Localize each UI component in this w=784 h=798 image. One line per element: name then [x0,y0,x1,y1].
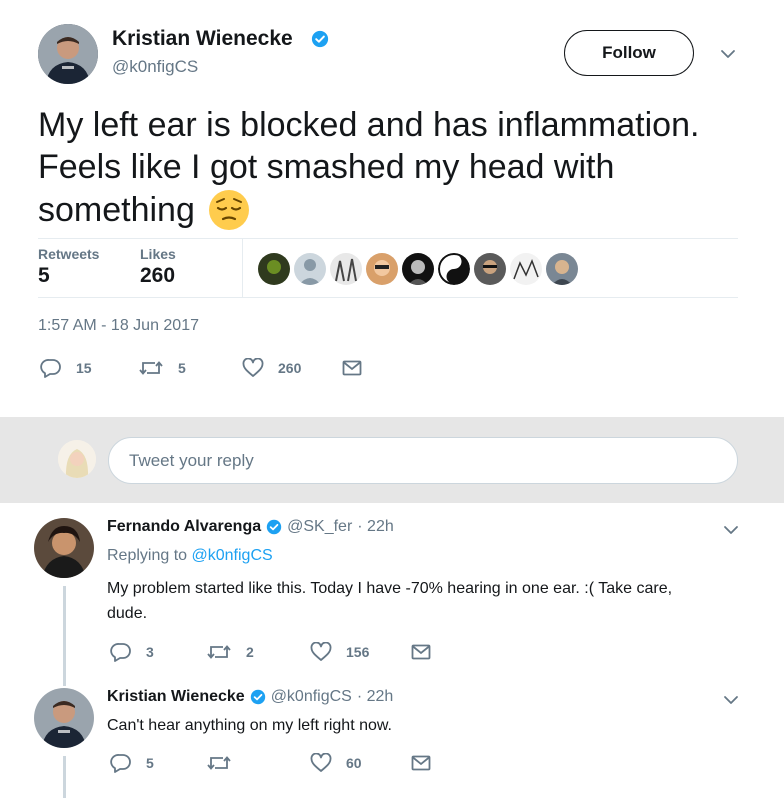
verified-badge-icon [250,689,266,705]
current-user-avatar[interactable] [58,440,96,478]
reply-input-placeholder: Tweet your reply [129,450,254,470]
retweet-icon [206,642,232,662]
liker-avatar[interactable] [330,253,362,285]
likes-label[interactable]: Likes [140,246,176,262]
reply-text: Can't hear anything on my left right now… [107,717,392,734]
thread-line [63,756,66,798]
reply-icon [110,642,132,662]
like-count: 156 [346,644,370,660]
tweet-text: My left ear is blocked and has inflammat… [38,104,699,232]
follow-button[interactable]: Follow [564,30,694,76]
liker-avatar[interactable] [510,253,542,285]
direct-message-action[interactable] [411,643,431,661]
liker-avatar[interactable] [474,253,506,285]
retweets-label[interactable]: Retweets [38,246,99,262]
reply-icon [40,358,62,378]
direct-message-action[interactable] [342,359,362,377]
reply-icon [110,753,132,773]
like-action[interactable]: 156 [310,642,369,662]
retweet-action[interactable] [206,753,246,773]
author-avatar[interactable] [38,24,98,84]
reply-time[interactable]: · 22h [357,688,393,706]
verified-badge-icon [266,519,282,535]
retweet-action[interactable]: 2 [206,642,254,662]
heart-icon [310,642,332,662]
pensive-face-emoji-icon [207,188,251,232]
like-count: 60 [346,755,362,771]
like-action[interactable]: 260 [242,358,301,378]
stats-vertical-divider [242,239,243,297]
replying-to-prefix: Replying to [107,547,188,564]
like-action[interactable]: 60 [310,753,362,773]
reply-text-line-1: My problem started like this. Today I ha… [107,580,673,597]
reply-author-handle[interactable]: @SK_fer [287,518,352,536]
reply-header: Kristian Wienecke @k0nfigCS · 22h [107,688,393,706]
stats-top-divider [38,238,738,239]
reply-author-handle[interactable]: @k0nfigCS [271,688,352,706]
tweet-text-line-2: Feels like I got smashed my head with [38,148,615,186]
retweets-count[interactable]: 5 [38,264,50,288]
liker-avatar[interactable] [438,253,470,285]
stats-bottom-divider [38,297,738,298]
liker-avatar[interactable] [402,253,434,285]
direct-message-action[interactable] [411,754,431,772]
reply-text-line-2: dude. [107,605,148,622]
retweet-count: 5 [178,360,186,376]
replying-to: Replying to @k0nfigCS [107,547,273,565]
liker-avatar[interactable] [258,253,290,285]
chevron-down-icon[interactable] [720,48,736,60]
reply-avatar[interactable] [34,518,94,578]
author-name[interactable]: Kristian Wienecke [112,27,293,51]
reply-count: 3 [146,644,154,660]
retweet-icon [138,358,164,378]
follow-button-label: Follow [602,43,656,62]
retweet-icon [206,753,232,773]
like-count: 260 [278,360,302,376]
reply-action[interactable]: 5 [110,753,154,773]
likes-count[interactable]: 260 [140,264,175,288]
tweet-text-line-3-wrap: something [38,188,699,232]
reply-count: 5 [146,755,154,771]
replying-to-handle[interactable]: @k0nfigCS [192,547,273,564]
reply-text: My problem started like this. Today I ha… [107,576,747,626]
liker-avatar[interactable] [294,253,326,285]
heart-icon [242,358,264,378]
retweet-action[interactable]: 5 [138,358,186,378]
reply-header: Fernando Alvarenga @SK_fer · 22h [107,518,394,536]
liker-avatar[interactable] [366,253,398,285]
reply-count: 15 [76,360,92,376]
reply-avatar[interactable] [34,688,94,748]
tweet-text-line-3: something [38,191,195,229]
reply-author-name[interactable]: Kristian Wienecke [107,688,245,706]
envelope-icon [411,643,431,661]
reply-action[interactable]: 15 [40,358,92,378]
envelope-icon [342,359,362,377]
retweet-count: 2 [246,644,254,660]
chevron-down-icon[interactable] [723,694,739,706]
reply-input[interactable]: Tweet your reply [108,437,738,484]
reply-action[interactable]: 3 [110,642,154,662]
reply-time[interactable]: · 22h [357,518,393,536]
heart-icon [310,753,332,773]
chevron-down-icon[interactable] [723,524,739,536]
tweet-timestamp[interactable]: 1:57 AM - 18 Jun 2017 [38,317,199,335]
liker-avatars [258,253,578,285]
verified-badge-icon [311,30,329,48]
author-handle[interactable]: @k0nfigCS [112,57,198,77]
thread-line [63,586,66,686]
tweet-text-line-1: My left ear is blocked and has inflammat… [38,106,700,144]
envelope-icon [411,754,431,772]
liker-avatar[interactable] [546,253,578,285]
reply-author-name[interactable]: Fernando Alvarenga [107,518,261,536]
